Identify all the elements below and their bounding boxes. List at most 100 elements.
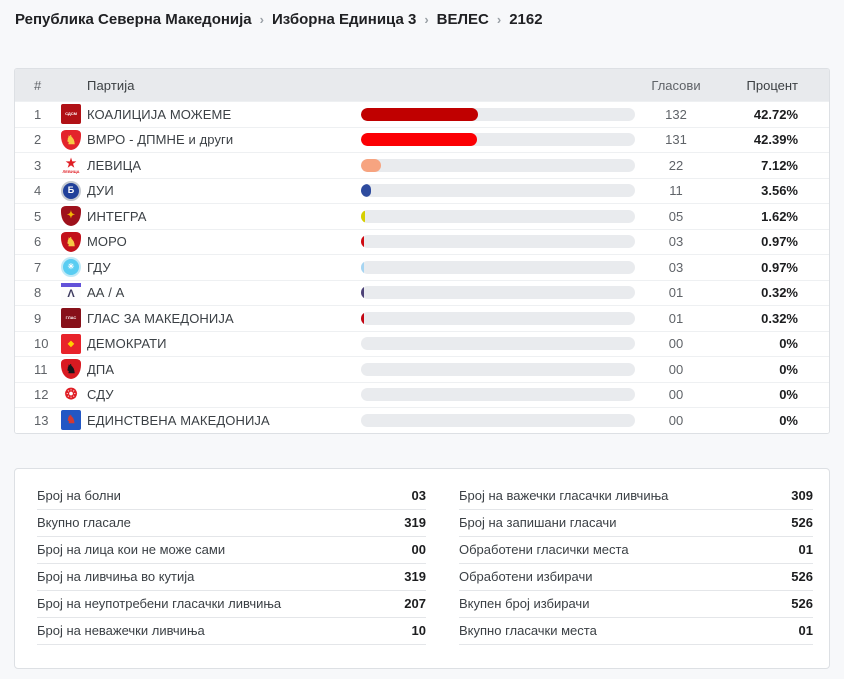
breadcrumb-link-1[interactable]: Изборна Единица 3: [272, 11, 416, 28]
breadcrumb-separator-icon: ›: [496, 12, 502, 27]
party-logo-icon: ♞: [61, 410, 81, 431]
header-party: Партија: [87, 77, 135, 93]
party-result-row: 7 ✳ ГДУ 03 0.97%: [15, 254, 829, 280]
logo-glyph: ★: [65, 155, 77, 170]
party-rank: 9: [34, 310, 42, 326]
breadcrumb-link-0[interactable]: Република Северна Македонија: [15, 11, 252, 28]
party-name: ДЕМОКРАТИ: [87, 336, 167, 352]
vote-share-bar-track: [361, 362, 635, 376]
stat-label: Број на запишани гласачи: [459, 515, 617, 530]
logo-glyph: ❂: [64, 386, 78, 404]
party-result-row: 3 ★ ЛЕВИЦА ЛЕВИЦА 22 7.12%: [15, 152, 829, 178]
party-rank: 13: [34, 412, 49, 428]
vote-share-bar-track: [361, 235, 635, 249]
stat-row: Обработени избирачи 526: [459, 564, 813, 591]
party-result-row: 9 ГЛАС ГЛАС ЗА МАКЕДОНИЈА 01 0.32%: [15, 305, 829, 331]
party-name: ЛЕВИЦА: [87, 157, 142, 173]
stat-value: 10: [411, 623, 426, 638]
party-logo-icon: ✳: [61, 257, 81, 278]
party-result-row: 6 ♞ МОРО 03 0.97%: [15, 228, 829, 254]
party-name: МОРО: [87, 234, 127, 250]
vote-share-bar-fill: [361, 286, 365, 300]
party-percent: 3.56%: [761, 183, 798, 199]
stat-value: 526: [791, 596, 813, 611]
logo-glyph: ♞: [66, 413, 76, 426]
stat-label: Вкупно гласачки места: [459, 623, 597, 638]
vote-share-bar-track: [361, 286, 635, 300]
party-percent: 42.39%: [753, 132, 798, 148]
party-name: СДУ: [87, 387, 114, 403]
party-logo-icon: ✦: [61, 206, 81, 227]
stats-column-right: Број на важечки гласачки ливчиња 309 Бро…: [459, 483, 813, 645]
party-result-row: 5 ✦ ИНТЕГРА 05 1.62%: [15, 203, 829, 229]
election-results-page: { "breadcrumb": { "separator": "›", "ite…: [0, 0, 844, 679]
logo-glyph: ◆: [67, 338, 75, 348]
party-name: ВМРО - ДПМНЕ и други: [87, 132, 234, 148]
stat-value: 319: [404, 515, 426, 530]
vote-share-bar-fill: [361, 107, 479, 121]
party-rank: 1: [34, 106, 42, 122]
party-name: КОАЛИЦИЈА МОЖЕМЕ: [87, 106, 232, 122]
party-rank: 11: [34, 361, 48, 377]
party-logo-icon: ❂: [61, 385, 81, 405]
party-percent: 0.97%: [761, 259, 798, 275]
stat-value: 01: [798, 623, 813, 638]
stat-row: Вкупно гласачки места 01: [459, 618, 813, 645]
party-percent: 0.97%: [761, 234, 798, 250]
vote-share-bar-track: [361, 184, 635, 198]
vote-share-bar-track: [361, 311, 635, 325]
stat-value: 03: [411, 488, 426, 503]
party-votes: 00: [668, 387, 684, 403]
breadcrumb-current: 2162: [509, 11, 543, 28]
logo-glyph: ✦: [66, 210, 76, 222]
party-rank: 7: [34, 259, 42, 275]
vote-share-bar-track: [361, 337, 635, 351]
vote-share-bar-fill: [361, 260, 365, 274]
logo-glyph: ♞: [65, 132, 77, 147]
logo-glyph: ♞: [65, 362, 77, 377]
stat-row: Број на лица кои не може сами 00: [37, 537, 426, 564]
stat-row: Број на важечки гласачки ливчиња 309: [459, 483, 813, 510]
party-result-row: 10 ◆ ДЕМОКРАТИ 00 0%: [15, 330, 829, 356]
stat-label: Број на важечки гласачки ливчиња: [459, 488, 669, 503]
party-votes: 132: [665, 106, 687, 122]
stat-label: Број на ливчиња во кутија: [37, 569, 195, 584]
stats-column-left: Број на болни 03 Вкупно гласале 319 Број…: [37, 483, 426, 645]
vote-share-bar-track: [361, 260, 635, 274]
party-percent: 0.32%: [761, 285, 798, 301]
stat-label: Обработени избирачи: [459, 569, 593, 584]
party-rank: 12: [34, 387, 49, 403]
party-percent: 42.72%: [753, 106, 798, 122]
table-header-row: # Партија Гласови Процент: [15, 69, 829, 101]
party-result-row: 1 СДСМ КОАЛИЦИЈА МОЖЕМЕ 132 42.72%: [15, 101, 829, 127]
party-logo-icon: ♞: [61, 129, 81, 150]
party-percent: 7.12%: [761, 157, 798, 173]
party-votes: 03: [668, 259, 684, 275]
party-logo-icon: ◆: [61, 333, 81, 354]
party-result-row: 8 Λ АА / А 01 0.32%: [15, 279, 829, 305]
party-percent: 0%: [779, 412, 798, 428]
vote-share-bar-fill: [361, 311, 365, 325]
logo-glyph: ♞: [65, 234, 77, 249]
party-votes: 03: [668, 234, 684, 250]
stat-value: 309: [791, 488, 813, 503]
party-percent: 1.62%: [761, 208, 798, 224]
party-percent: 0%: [779, 336, 798, 352]
party-logo-icon: ГЛАС: [61, 308, 81, 329]
party-logo-icon: ★ ЛЕВИЦА: [61, 155, 81, 175]
party-rank: 10: [34, 336, 49, 352]
vote-share-bar-track: [361, 133, 635, 147]
stat-row: Број на ливчиња во кутија 319: [37, 564, 426, 591]
party-votes: 01: [668, 285, 684, 301]
vote-share-bar-fill: [361, 158, 381, 172]
party-percent: 0%: [779, 361, 798, 377]
table-body: 1 СДСМ КОАЛИЦИЈА МОЖЕМЕ 132 42.72% 2 ♞ В…: [15, 101, 829, 433]
party-logo-icon: ♞: [61, 359, 81, 380]
breadcrumb-link-2[interactable]: ВЕЛЕС: [437, 11, 489, 28]
breadcrumb-separator-icon: ›: [424, 12, 429, 27]
party-rank: 3: [34, 157, 42, 173]
stat-row: Вкупно гласале 319: [37, 510, 426, 537]
party-name: ЕДИНСТВЕНА МАКЕДОНИЈА: [87, 412, 270, 428]
party-logo-icon: Λ: [61, 282, 81, 303]
party-votes: 00: [668, 361, 684, 377]
